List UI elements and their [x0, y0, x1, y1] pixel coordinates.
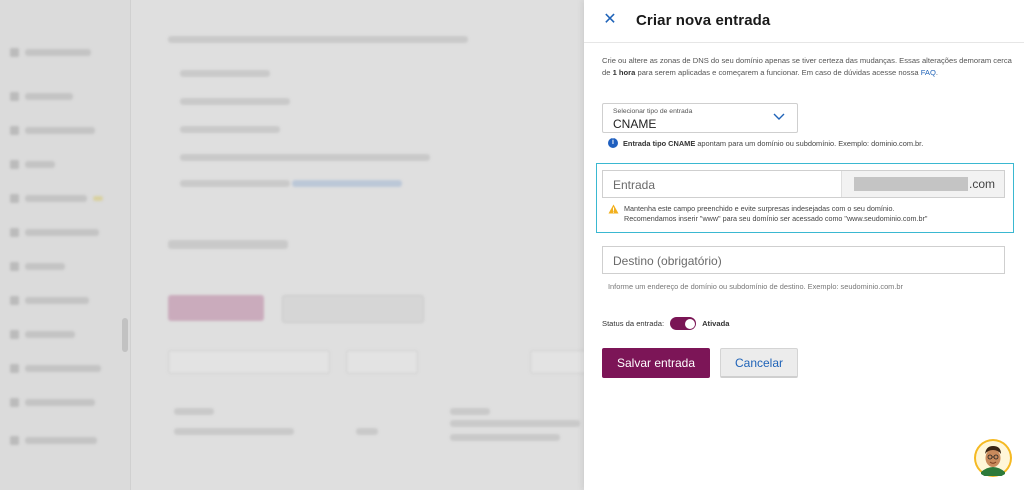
intro-text: Crie ou altere as zonas de DNS do seu do…	[602, 55, 1022, 79]
redacted-domain	[854, 177, 968, 191]
panel-title: Criar nova entrada	[636, 12, 771, 29]
info-text: Entrada tipo CNAME apontam para um domín…	[623, 139, 923, 148]
status-label: Status da entrada:	[602, 319, 665, 328]
info-text-bold: Entrada tipo CNAME	[623, 138, 696, 148]
info-icon: i	[608, 138, 618, 148]
entry-type-info: i Entrada tipo CNAME apontam para um dom…	[608, 138, 923, 148]
assistant-avatar[interactable]	[973, 438, 1013, 478]
entry-warning: Mantenha este campo preenchido e evite s…	[608, 204, 927, 223]
entry-type-label: Selecionar tipo de entrada	[613, 108, 693, 115]
status-toggle[interactable]	[670, 317, 697, 330]
domain-suffix: .com	[841, 171, 1004, 197]
entry-type-select[interactable]: Selecionar tipo de entrada CNAME	[602, 103, 798, 133]
faq-link[interactable]: FAQ	[921, 68, 936, 77]
destination-help: Informe um endereço de domínio ou subdom…	[608, 282, 903, 291]
intro-text-part: para serem aplicadas e começarem a funci…	[635, 68, 921, 77]
entry-placeholder: Entrada	[613, 178, 656, 192]
cancel-button[interactable]: Cancelar	[720, 348, 798, 378]
close-icon[interactable]: ✕	[602, 12, 618, 28]
warning-line: Mantenha este campo preenchido e evite s…	[624, 204, 895, 213]
save-entry-button[interactable]: Salvar entrada	[602, 348, 710, 378]
status-value: Ativada	[702, 319, 730, 328]
entry-status: Status da entrada: Ativada	[602, 317, 730, 330]
entry-input[interactable]: Entrada .com	[602, 170, 1005, 198]
info-text-rest: apontam para um domínio ou subdomínio. E…	[695, 138, 924, 148]
create-entry-panel: ✕ Criar nova entrada Crie ou altere as z…	[584, 0, 1024, 490]
domain-tld: .com	[968, 177, 995, 191]
modal-overlay	[0, 0, 584, 490]
chevron-down-icon	[773, 113, 785, 120]
destination-input[interactable]: Destino (obrigatório)	[602, 246, 1005, 274]
background-app	[0, 0, 584, 490]
toggle-knob	[684, 318, 695, 329]
intro-text-end: .	[935, 68, 939, 77]
warning-line: Recomendamos inserir "www" para seu domí…	[624, 213, 928, 223]
warning-icon	[608, 204, 619, 214]
intro-text-bold: 1 hora	[612, 68, 636, 77]
warning-text: Mantenha este campo preenchido e evite s…	[624, 204, 927, 223]
destination-placeholder: Destino (obrigatório)	[613, 254, 722, 268]
panel-header: ✕ Criar nova entrada	[584, 0, 1024, 43]
entry-type-value: CNAME	[613, 117, 657, 131]
